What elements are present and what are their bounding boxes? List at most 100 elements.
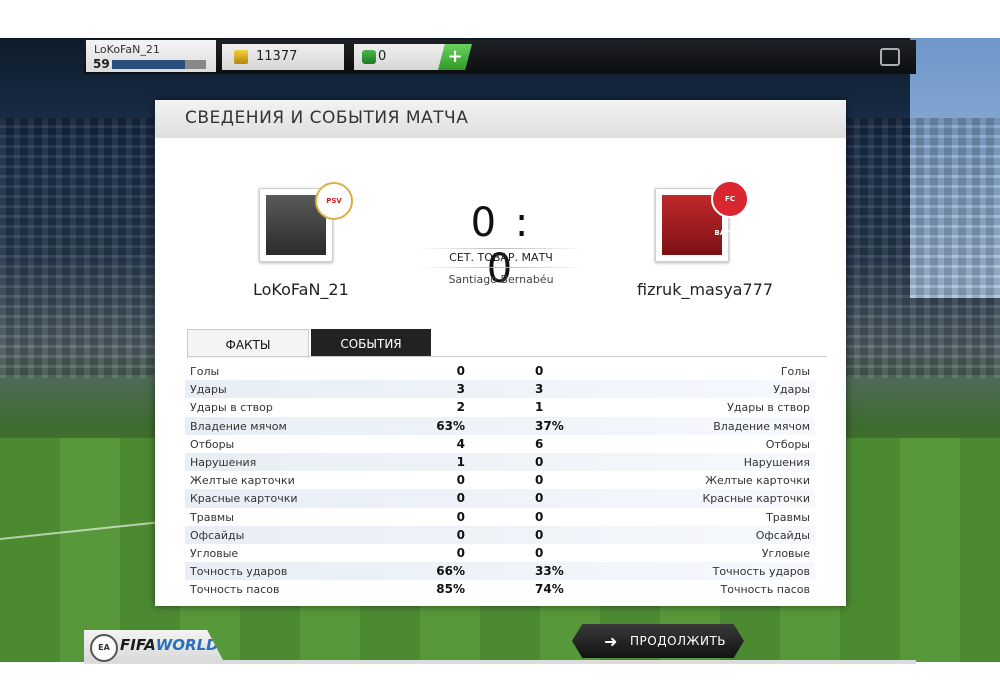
username: LoKoFaN_21 [94,43,160,56]
match-type: СЕТ. ТОВАР. МАТЧ [449,251,553,264]
stat-value-away: 0 [535,364,544,378]
stat-value-away: 0 [535,473,544,488]
coins-display: 11377 [222,44,344,70]
points-display: 0 [354,44,448,70]
stat-value-home: 85% [436,582,465,597]
stat-row: Точность ударов 66% 33% Точность ударов [185,562,815,581]
fifa-world-logo: EA SPORTS FIFAWORLD [84,630,224,662]
stat-value-away: 0 [535,527,544,542]
stat-row: Нарушения 1 0 Нарушения [185,452,815,472]
stadium-name: Santiago Bernabéu [448,273,554,286]
arrow-right-icon: ➜ [604,632,618,651]
stat-label-home: Владение мячом [190,419,287,433]
stat-value-away: 0 [535,509,544,524]
user-info[interactable]: LoKoFaN_21 59 [86,40,216,72]
user-level: 59 [93,57,110,71]
stat-label-away: Отборы [765,437,810,451]
stat-label-home: Голы [190,365,220,378]
stat-value-home: 0 [456,491,465,506]
stat-value-home: 0 [456,527,465,542]
stat-row: Офсайды 0 0 Офсайды [185,525,815,544]
stat-label-home: Точность пасов [190,583,280,597]
stat-label-away: Офсайды [755,528,810,542]
stat-value-home: 4 [456,436,465,451]
stat-label-away: Угловые [761,546,810,560]
stat-value-home: 1 [456,454,465,469]
stat-row: Точность пасов 85% 74% Точность пасов [185,580,815,598]
logo-text: FIFAWORLD [120,636,219,654]
stat-row: Удары в створ 2 1 Удары в створ [185,398,815,416]
stat-label-home: Травмы [190,510,234,524]
stat-label-away: Травмы [766,510,810,524]
points-value: 0 [378,49,387,64]
stat-value-away: 0 [535,454,544,469]
stat-label-away: Удары в створ [727,401,810,415]
page-title: СВЕДЕНИЯ И СОБЫТИЯ МАТЧА [185,108,469,128]
stat-label-away: Точность пасов [720,583,811,597]
home-player-name: LoKoFaN_21 [253,280,349,299]
stat-value-away: 0 [535,545,544,560]
stat-value-home: 66% [436,564,465,579]
stat-label-away: Удары [773,383,810,397]
stat-label-home: Угловые [190,546,239,560]
stat-row: Угловые 0 0 Угловые [185,544,815,562]
tabs-divider [187,356,827,357]
ea-sports-logo: EA SPORTS [90,634,118,662]
home-club-badge: PSV [315,182,353,220]
stat-value-home: 0 [456,509,465,524]
stat-value-away: 37% [535,418,564,433]
divider [417,267,585,268]
logo-text-world: WORLD [155,636,219,654]
stat-row: Отборы 4 6 Отборы [185,435,815,453]
stat-value-home: 0 [456,364,465,378]
points-icon [362,50,376,64]
level-progress-fill [112,60,186,69]
stat-value-home: 0 [456,545,465,560]
stat-value-home: 2 [456,400,465,415]
stat-row: Желтые карточки 0 0 Желтые карточки [185,471,815,489]
stat-label-away: Красные карточки [702,492,810,506]
camera-icon[interactable] [880,48,900,66]
continue-label: ПРОДОЛЖИТЬ [630,634,727,648]
stat-label-away: Голы [780,365,810,378]
divider [417,248,585,249]
tab-facts[interactable]: ФАКТЫ [187,329,309,358]
away-player-name: fizruk_masya777 [637,280,773,299]
stat-value-home: 63% [436,418,465,433]
stat-row: Травмы 0 0 Травмы [185,508,815,526]
stat-label-home: Желтые карточки [190,474,295,488]
stat-label-away: Точность ударов [712,565,810,579]
stat-value-home: 0 [456,473,465,488]
continue-button[interactable]: ➜ ПРОДОЛЖИТЬ [572,624,744,658]
stat-label-home: Офсайды [190,528,245,542]
stat-label-home: Удары [190,383,227,397]
stat-row: Владение мячом 63% 37% Владение мячом [185,416,815,435]
stat-label-home: Отборы [190,437,235,451]
stat-value-home: 3 [456,382,465,397]
stat-value-away: 1 [535,400,544,415]
tab-events[interactable]: СОБЫТИЯ [311,329,431,357]
stat-value-away: 33% [535,564,564,579]
stat-value-away: 6 [535,436,544,451]
match-details-panel: СВЕДЕНИЯ И СОБЫТИЯ МАТЧА PSV LoKoFaN_21 … [155,100,846,606]
panel-header: СВЕДЕНИЯ И СОБЫТИЯ МАТЧА [155,100,846,138]
stat-value-away: 0 [535,491,544,506]
stat-label-home: Нарушения [190,455,257,469]
stat-label-away: Нарушения [743,455,810,469]
stats-table: Голы 0 0 Голы Удары 3 3 Удары Удары в створ 2 1 Уда… [185,362,815,598]
stat-row: Голы 0 0 Голы [185,362,815,380]
stat-value-away: 74% [535,582,564,597]
stat-label-home: Красные карточки [190,492,298,506]
stat-label-home: Удары в створ [190,401,273,415]
stat-row: Удары 3 3 Удары [185,380,815,399]
stat-value-away: 3 [535,382,544,397]
away-club-badge: FC BAYERN [711,180,749,237]
stat-label-away: Владение мячом [713,419,810,433]
coins-icon [234,50,248,64]
stat-row: Красные карточки 0 0 Красные карточки [185,489,815,508]
level-progress-bar [112,60,206,69]
logo-text-fifa: FIFA [120,636,156,654]
coins-value: 11377 [256,49,298,64]
stat-label-home: Точность ударов [190,565,288,579]
stat-label-away: Желтые карточки [705,474,810,488]
